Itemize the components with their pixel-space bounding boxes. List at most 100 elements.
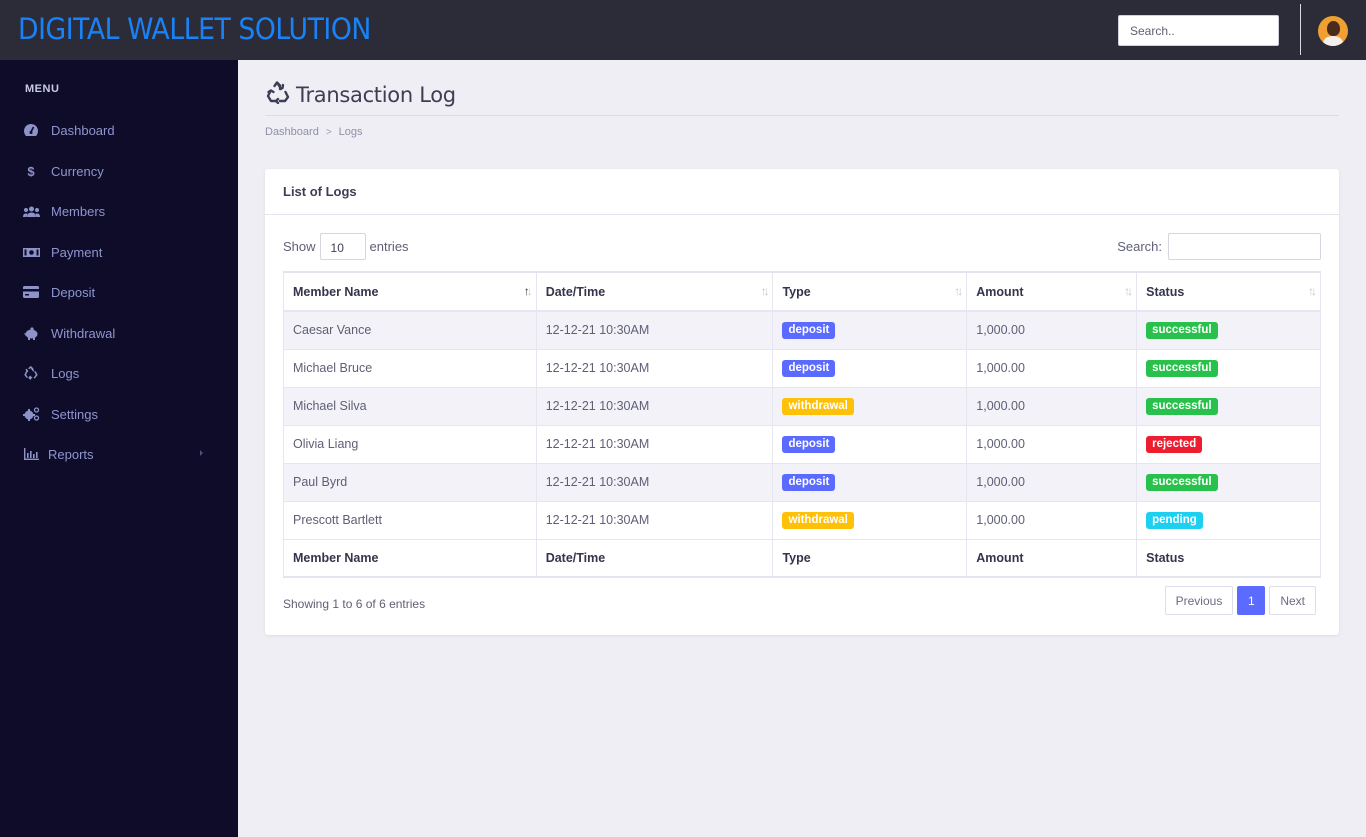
- member-name-cell: Michael Silva: [283, 386, 537, 426]
- status-badge: pending: [1146, 511, 1203, 529]
- tachometer-icon: [22, 122, 40, 138]
- table-row: Prescott Bartlett 12-12-21 10:30AM withdra…: [283, 500, 1321, 540]
- member-name-cell: Paul Byrd: [283, 462, 537, 502]
- credit-card-icon: [22, 284, 40, 300]
- type-badge: withdrawal: [782, 397, 854, 415]
- chevron-right-icon: >: [325, 126, 332, 138]
- sidebar-item-currency[interactable]: $ Currency: [0, 153, 238, 189]
- status-badge: successful: [1146, 397, 1218, 415]
- page-header: Transaction Log: [266, 80, 456, 109]
- table-info: Showing 1 to 6 of 6 entries: [283, 597, 426, 611]
- footer-datetime: Date/Time: [535, 538, 774, 578]
- table-footer-row: Member Name Date/Time Type Amount Status: [283, 538, 1321, 578]
- previous-button[interactable]: Previous: [1164, 586, 1234, 615]
- datetime-cell: 12-12-21 10:30AM: [535, 348, 774, 388]
- sidebar-item-settings[interactable]: Settings: [0, 396, 238, 432]
- search-label: Search:: [1117, 239, 1162, 254]
- column-header-amount[interactable]: Amount ↑↓: [966, 271, 1138, 312]
- sidebar-item-label: Deposit: [51, 284, 96, 300]
- status-cell: successful: [1136, 310, 1321, 350]
- table-search-input[interactable]: [1168, 233, 1321, 260]
- amount-cell: 1,000.00: [966, 462, 1138, 502]
- amount-cell: 1,000.00: [966, 424, 1138, 464]
- sidebar-item-label: Dashboard: [51, 122, 115, 138]
- status-cell: successful: [1136, 348, 1321, 388]
- column-header-datetime[interactable]: Date/Time ↑↓: [535, 271, 774, 312]
- datetime-cell: 12-12-21 10:30AM: [535, 424, 774, 464]
- status-cell: pending: [1136, 500, 1321, 540]
- dollar-icon: $: [27, 163, 35, 179]
- sidebar-item-label: Payment: [51, 244, 103, 260]
- column-header-member-name[interactable]: Member Name ↑↓: [283, 271, 537, 312]
- sidebar-item-reports[interactable]: Reports: [0, 436, 238, 472]
- breadcrumb: Dashboard > Logs: [265, 126, 363, 138]
- status-badge: successful: [1146, 473, 1218, 491]
- table-row: Michael Silva 12-12-21 10:30AM withdrawal 1…: [283, 386, 1321, 426]
- amount-cell: 1,000.00: [966, 348, 1138, 388]
- sidebar-item-label: Settings: [51, 406, 98, 422]
- recycle-icon: [22, 365, 40, 381]
- page-length-select[interactable]: 10: [319, 233, 366, 260]
- recycle-icon: [266, 80, 290, 109]
- column-header-status[interactable]: Status ↑↓: [1136, 271, 1321, 312]
- type-badge: withdrawal: [782, 511, 854, 529]
- type-badge: deposit: [782, 473, 836, 491]
- brand-title[interactable]: DIGITAL WALLET SOLUTION: [18, 12, 371, 46]
- logs-card: List of Logs Show 10 entries Search: Mem…: [265, 169, 1339, 635]
- entries-label: entries: [369, 239, 409, 254]
- users-icon: [22, 203, 40, 219]
- page-length-control: Show 10 entries: [283, 233, 409, 260]
- page-1-button[interactable]: 1: [1237, 586, 1266, 615]
- sidebar-item-label: Reports: [48, 446, 94, 462]
- sidebar-item-logs[interactable]: Logs: [0, 355, 238, 391]
- type-cell: deposit: [772, 348, 968, 388]
- bar-chart-icon: [22, 446, 40, 462]
- footer-status: Status: [1136, 538, 1321, 578]
- sidebar-item-label: Logs: [51, 365, 80, 381]
- sidebar-item-payment[interactable]: Payment: [0, 234, 238, 270]
- column-label: Amount: [976, 284, 1024, 299]
- logs-table: Member Name ↑↓ Date/Time ↑↓ Type ↑↓ Amount ↑…: [283, 271, 1321, 578]
- type-cell: withdrawal: [772, 386, 968, 426]
- column-label: Date/Time: [545, 284, 606, 299]
- sidebar-item-members[interactable]: Members: [0, 193, 238, 229]
- datetime-cell: 12-12-21 10:30AM: [535, 386, 774, 426]
- user-avatar[interactable]: [1318, 16, 1348, 46]
- table-row: Paul Byrd 12-12-21 10:30AM deposit 1,000.00…: [283, 462, 1321, 502]
- breadcrumb-logs: Logs: [338, 126, 363, 138]
- status-cell: successful: [1136, 386, 1321, 426]
- column-label: Member Name: [293, 284, 379, 299]
- member-name-cell: Caesar Vance: [283, 310, 537, 350]
- amount-cell: 1,000.00: [966, 310, 1138, 350]
- sort-icon: ↑↓: [954, 284, 963, 298]
- sidebar-item-deposit[interactable]: Deposit: [0, 274, 238, 310]
- status-badge: successful: [1146, 359, 1218, 377]
- status-badge: rejected: [1146, 435, 1203, 453]
- member-name-cell: Olivia Liang: [283, 424, 537, 464]
- top-search-input[interactable]: [1118, 15, 1279, 46]
- menu-title: MENU: [25, 83, 60, 95]
- amount-cell: 1,000.00: [966, 500, 1138, 540]
- table-header-row: Member Name ↑↓ Date/Time ↑↓ Type ↑↓ Amount ↑…: [283, 271, 1321, 312]
- type-badge: deposit: [782, 321, 836, 339]
- card-title: List of Logs: [265, 169, 1339, 215]
- table-row: Olivia Liang 12-12-21 10:30AM deposit 1,000…: [283, 424, 1321, 464]
- avatar-body: [1323, 36, 1343, 46]
- member-name-cell: Michael Bruce: [283, 348, 537, 388]
- sidebar-item-withdrawal[interactable]: Withdrawal: [0, 315, 238, 351]
- sidebar-item-dashboard[interactable]: Dashboard: [0, 112, 238, 148]
- breadcrumb-dashboard[interactable]: Dashboard: [265, 126, 319, 138]
- footer-type: Type: [772, 538, 968, 578]
- show-label: Show: [283, 239, 316, 254]
- sort-icon: ↑↓: [760, 284, 769, 298]
- footer-amount: Amount: [966, 538, 1138, 578]
- sort-asc-icon: ↑↓: [523, 284, 533, 298]
- piggy-bank-icon: [22, 325, 40, 341]
- avatar-head: [1327, 21, 1340, 36]
- table-row: Michael Bruce 12-12-21 10:30AM deposit 1,00…: [283, 348, 1321, 388]
- column-header-type[interactable]: Type ↑↓: [772, 271, 968, 312]
- column-label: Type: [782, 284, 811, 299]
- next-button[interactable]: Next: [1269, 586, 1316, 615]
- cogs-icon: [22, 406, 40, 422]
- member-name-cell: Prescott Bartlett: [283, 500, 537, 540]
